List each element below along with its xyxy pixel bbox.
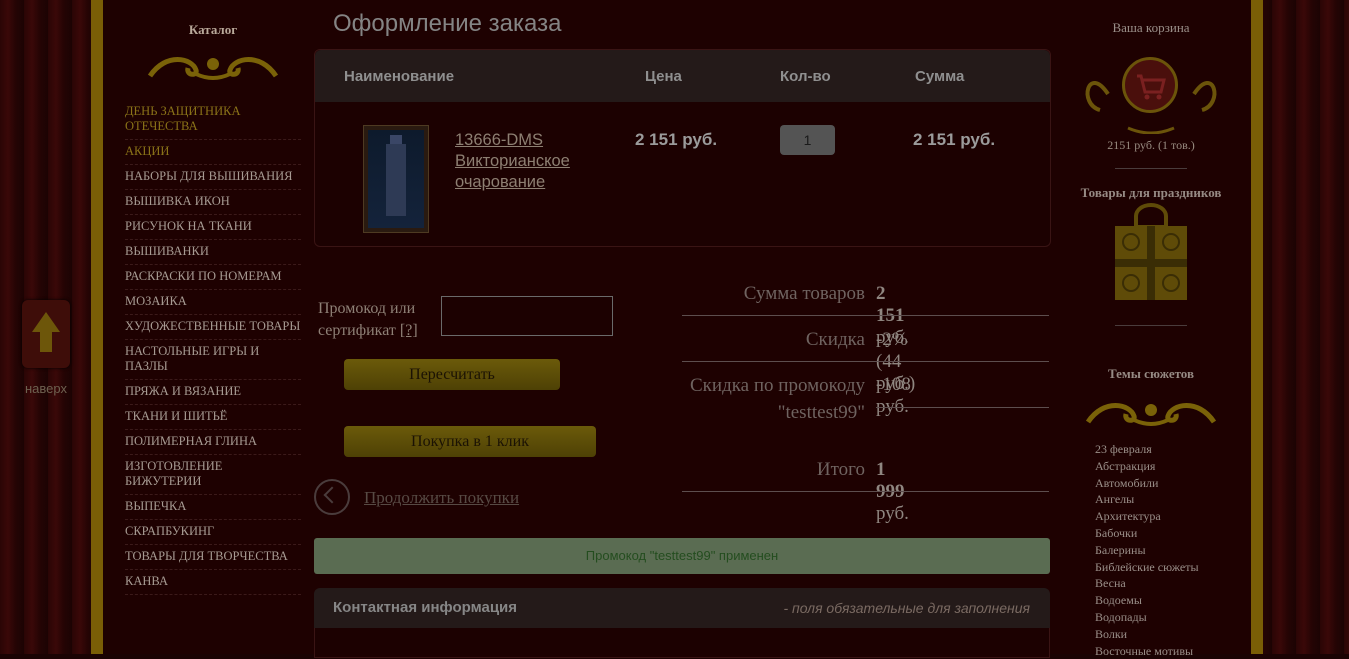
header-name: Наименование — [344, 68, 455, 85]
quantity-input[interactable] — [780, 125, 835, 155]
theme-item[interactable]: Водоемы — [1095, 592, 1199, 609]
catalog-title: Каталог — [188, 22, 238, 37]
themes-title: Темы сюжетов — [1107, 366, 1195, 381]
catalog-item[interactable]: РИСУНОК НА ТКАНИ — [125, 215, 301, 240]
catalog-item[interactable]: АКЦИИ — [125, 140, 301, 165]
product-thumbnail[interactable] — [363, 125, 429, 233]
right-sidebar: Ваша корзина 2151 руб. (1 тов.) Товары д… — [1072, 0, 1230, 658]
contact-title: Контактная информация — [333, 599, 518, 616]
promo-discount-value: -108 руб. — [876, 374, 911, 417]
theme-item[interactable]: Ангелы — [1095, 491, 1199, 508]
total-value: 1 999 руб. — [876, 459, 909, 524]
theme-item[interactable]: Балерины — [1095, 542, 1199, 559]
ornament-icon — [147, 57, 279, 80]
header-price: Цена — [645, 68, 682, 85]
back-arrow-icon[interactable] — [314, 479, 350, 515]
gold-border-right — [1251, 0, 1263, 654]
goods-total-label: Сумма товаров — [743, 283, 865, 304]
catalog-item[interactable]: ВЫПЕЧКА — [125, 495, 301, 520]
header-sum: Сумма — [915, 68, 965, 85]
theme-item[interactable]: Архитектура — [1095, 508, 1199, 525]
catalog-item[interactable]: РАСКРАСКИ ПО НОМЕРАМ — [125, 265, 301, 290]
catalog-sidebar: Каталог ДЕНЬ ЗАЩИТНИКА ОТЕЧЕСТВА АКЦИИ НАБ… — [108, 0, 318, 654]
promo-help-link[interactable]: [?] — [400, 322, 418, 339]
theme-item[interactable]: Библейские сюжеты — [1095, 559, 1199, 576]
promo-code-input[interactable] — [441, 296, 613, 336]
gold-border-left — [91, 0, 103, 654]
themes-list: 23 февраля Абстракция Автомобили Ангелы Архи… — [1095, 441, 1199, 659]
scroll-top-label[interactable]: наверх — [14, 381, 78, 396]
promo-label: Промокод или сертификат [?] — [318, 300, 418, 339]
theme-item[interactable]: Волки — [1095, 626, 1199, 643]
header-qty: Кол-во — [780, 68, 831, 85]
catalog-list: ДЕНЬ ЗАЩИТНИКА ОТЕЧЕСТВА АКЦИИ НАБОРЫ ДЛЯ … — [125, 100, 301, 595]
product-name-link[interactable]: 13666-DMS Викторианское очарование — [455, 130, 605, 193]
cart-title: Ваша корзина — [1112, 20, 1190, 35]
catalog-item[interactable]: КАНВА — [125, 570, 301, 595]
catalog-item[interactable]: ДЕНЬ ЗАЩИТНИКА ОТЕЧЕСТВА — [125, 100, 301, 140]
catalog-item[interactable]: ПРЯЖА И ВЯЗАНИЕ — [125, 380, 301, 405]
theme-item[interactable]: Восточные мотивы — [1095, 643, 1199, 659]
gift-icon[interactable] — [1115, 226, 1187, 300]
order-table-header: Наименование Цена Кол-во Сумма — [315, 50, 1050, 102]
contact-header: Контактная информация - поля обязательны… — [314, 588, 1050, 628]
theme-item[interactable]: Бабочки — [1095, 525, 1199, 542]
catalog-item[interactable]: СКРАПБУКИНГ — [125, 520, 301, 545]
product-price: 2 151 руб. — [635, 130, 718, 149]
promo-discount-label: Скидка по промокоду "testtest99" — [690, 375, 865, 423]
theme-item[interactable]: 23 февраля — [1095, 441, 1199, 458]
total-label: Итого — [816, 459, 865, 480]
theme-item[interactable]: Водопады — [1095, 609, 1199, 626]
catalog-item[interactable]: ТКАНИ И ШИТЬЁ — [125, 405, 301, 430]
catalog-item[interactable]: ТОВАРЫ ДЛЯ ТВОРЧЕСТВА — [125, 545, 301, 570]
catalog-item[interactable]: ПОЛИМЕРНАЯ ГЛИНА — [125, 430, 301, 455]
discount-label: Скидка — [805, 329, 865, 350]
catalog-item[interactable]: НАБОРЫ ДЛЯ ВЫШИВАНИЯ — [125, 165, 301, 190]
catalog-item[interactable]: МОЗАИКА — [125, 290, 301, 315]
one-click-buy-button[interactable]: Покупка в 1 клик — [344, 426, 596, 457]
catalog-item[interactable]: ВЫШИВАНКИ — [125, 240, 301, 265]
catalog-item[interactable]: ХУДОЖЕСТВЕННЫЕ ТОВАРЫ — [125, 315, 301, 340]
holidays-title[interactable]: Товары для праздников — [1072, 185, 1230, 201]
cart-summary[interactable]: 2151 руб. (1 тов.) — [1072, 138, 1230, 153]
product-sum: 2 151 руб. — [913, 130, 996, 149]
required-fields-note: - поля обязательные для заполнения — [783, 600, 1030, 616]
theme-item[interactable]: Абстракция — [1095, 458, 1199, 475]
promo-success-message: Промокод "testtest99" применен — [314, 538, 1050, 574]
continue-shopping-link[interactable]: Продолжить покупки — [364, 488, 519, 508]
scroll-top-button[interactable] — [22, 300, 70, 368]
order-table: Наименование Цена Кол-во Сумма 13666-DMS… — [314, 49, 1051, 247]
arrow-up-icon — [32, 312, 60, 352]
catalog-item[interactable]: НАСТОЛЬНЫЕ ИГРЫ И ПАЗЛЫ — [125, 340, 301, 380]
cart-icon[interactable] — [1122, 57, 1178, 113]
themes-ornament-icon — [1085, 403, 1217, 426]
theme-item[interactable]: Автомобили — [1095, 475, 1199, 492]
theme-item[interactable]: Весна — [1095, 575, 1199, 592]
catalog-item[interactable]: ИЗГОТОВЛЕНИЕ БИЖУТЕРИИ — [125, 455, 301, 495]
page-title: Оформление заказа — [333, 10, 562, 37]
catalog-item[interactable]: ВЫШИВКА ИКОН — [125, 190, 301, 215]
recalculate-button[interactable]: Пересчитать — [344, 359, 560, 390]
